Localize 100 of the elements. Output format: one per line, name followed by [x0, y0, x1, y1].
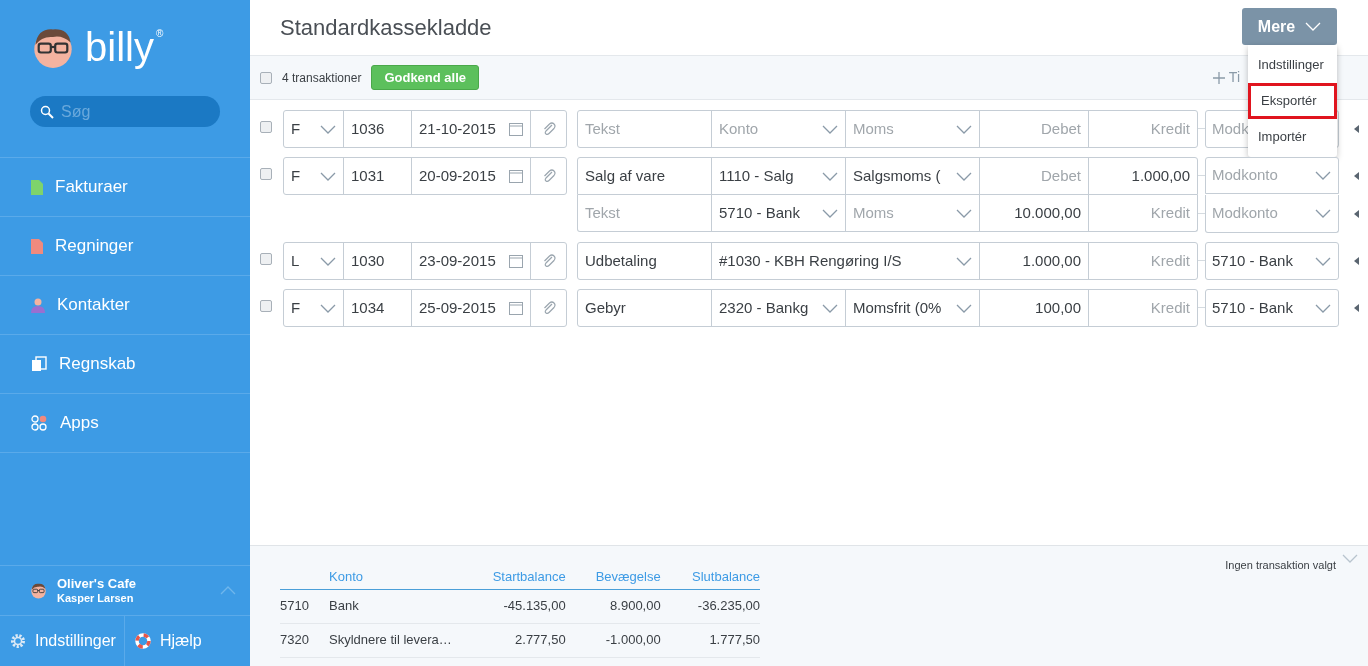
paperclip-icon [541, 168, 556, 184]
table-cell: Skyldnere til levera… [329, 623, 459, 657]
table-cell: -1.000,00 [565, 623, 661, 657]
registered-mark: ® [155, 27, 164, 41]
account-select[interactable]: #1030 - KBH Rengøring I/S [711, 243, 979, 279]
person-icon [31, 297, 45, 313]
calendar-icon [509, 254, 523, 268]
number-field[interactable]: 1031 [343, 158, 411, 194]
checkbox[interactable] [260, 168, 272, 180]
chevron-icon [956, 208, 972, 218]
plus-icon [1212, 71, 1225, 84]
collapse-arrow-icon[interactable] [1354, 171, 1359, 180]
chevron-icon [956, 303, 972, 313]
chevron-icon [822, 303, 838, 313]
table-cell: 2.777,50 [459, 623, 566, 657]
search-field[interactable]: Søg [30, 96, 220, 127]
chevron-icon [1342, 554, 1358, 563]
chevron-icon [220, 586, 236, 595]
table-cell: 7320 [280, 623, 329, 657]
chevron-icon [320, 256, 336, 266]
collapse-arrow-icon[interactable] [1354, 209, 1359, 218]
organization-name: Oliver's Cafe [57, 575, 137, 592]
chevron-icon [320, 171, 336, 181]
chevron-icon [320, 303, 336, 313]
chevron-icon [1315, 209, 1331, 218]
debit-field[interactable]: 100,00 [979, 290, 1088, 326]
debit-field[interactable]: 1.000,00 [979, 243, 1088, 279]
avatar-icon [30, 582, 47, 599]
calendar-icon [509, 122, 523, 136]
checkbox[interactable] [260, 300, 272, 312]
account-select[interactable]: 5710 - Bank [711, 195, 845, 231]
number-field[interactable]: 1036 [343, 111, 411, 147]
chevron-icon [822, 208, 838, 218]
paperclip-icon [541, 121, 556, 137]
collapse-arrow-icon[interactable] [1354, 303, 1359, 312]
counter-account-select[interactable]: 5710 - Bank [1205, 289, 1339, 327]
chevron-icon [1315, 171, 1331, 180]
number-field[interactable]: 1034 [343, 290, 411, 326]
counter-account-select[interactable]: 5710 - Bank [1205, 242, 1339, 280]
checkbox[interactable] [260, 253, 272, 265]
menu-item[interactable]: Importér [1248, 119, 1337, 155]
menu-item[interactable]: Eksportér [1248, 83, 1337, 119]
collapse-arrow-icon[interactable] [1354, 256, 1359, 265]
date-field[interactable]: 21-10-2015 [411, 111, 530, 147]
type-select[interactable]: F [284, 111, 343, 147]
chevron-icon [1315, 256, 1331, 266]
table-cell: 5710 [280, 589, 329, 623]
date-field[interactable]: 20-09-2015 [411, 158, 530, 194]
lifebuoy-icon [134, 633, 151, 649]
chevron-icon [822, 171, 838, 181]
apps-icon [31, 415, 48, 431]
date-field[interactable]: 25-09-2015 [411, 290, 530, 326]
text-field[interactable]: Udbetaling [578, 243, 711, 279]
chevron-icon [320, 124, 336, 134]
calendar-icon [509, 301, 523, 315]
checkbox[interactable] [260, 121, 272, 133]
table-cell: -36.235,00 [660, 589, 760, 623]
chevron-icon [1305, 22, 1322, 31]
type-select[interactable]: L [284, 243, 343, 279]
text-field[interactable]: Gebyr [578, 290, 711, 326]
menu-item[interactable]: Indstillinger [1248, 47, 1337, 83]
paperclip-icon [541, 300, 556, 316]
chevron-icon [956, 124, 972, 134]
transaction-count: 4 transaktioner [282, 69, 362, 87]
credit-field[interactable]: 1.000,00 [1088, 158, 1197, 194]
chevron-icon [956, 256, 972, 266]
number-field[interactable]: 1030 [343, 243, 411, 279]
type-select[interactable]: F [284, 158, 343, 194]
chevron-icon [1315, 303, 1331, 313]
user-name: Kasper Larsen [57, 591, 135, 606]
table-cell: 1.777,50 [660, 623, 760, 657]
column-header: Startbalance [459, 564, 566, 589]
vat-select[interactable]: Momsfrit (0% [845, 290, 979, 326]
page-title: Standardkassekladde [280, 14, 492, 42]
checkbox[interactable] [260, 71, 272, 84]
vat-select[interactable]: Salgsmoms ( [845, 158, 979, 194]
documents-icon [31, 356, 47, 372]
account-select[interactable]: 1110 - Salg [711, 158, 845, 194]
status-text: Ingen transaktion valgt [1225, 558, 1336, 573]
column-header: Konto [329, 564, 459, 589]
logo: billy [85, 27, 154, 67]
document-icon [31, 238, 43, 254]
type-select[interactable]: F [284, 290, 343, 326]
column-header: Bevægelse [565, 564, 661, 589]
table-cell: -45.135,00 [459, 589, 566, 623]
search-icon [40, 105, 54, 119]
text-field[interactable]: Salg af vare [578, 158, 711, 194]
settings-icon [10, 633, 26, 649]
table-cell: Bank [329, 589, 459, 623]
table-cell: 8.900,00 [565, 589, 661, 623]
document-icon [31, 179, 43, 195]
column-header: Slutbalance [660, 564, 760, 589]
collapse-arrow-icon[interactable] [1354, 124, 1359, 133]
date-field[interactable]: 23-09-2015 [411, 243, 530, 279]
debit-field[interactable]: 10.000,00 [979, 195, 1088, 231]
chevron-icon [822, 124, 838, 134]
account-select[interactable]: 2320 - Bankg [711, 290, 845, 326]
chevron-icon [956, 171, 972, 181]
calendar-icon [509, 169, 523, 183]
paperclip-icon [541, 253, 556, 269]
